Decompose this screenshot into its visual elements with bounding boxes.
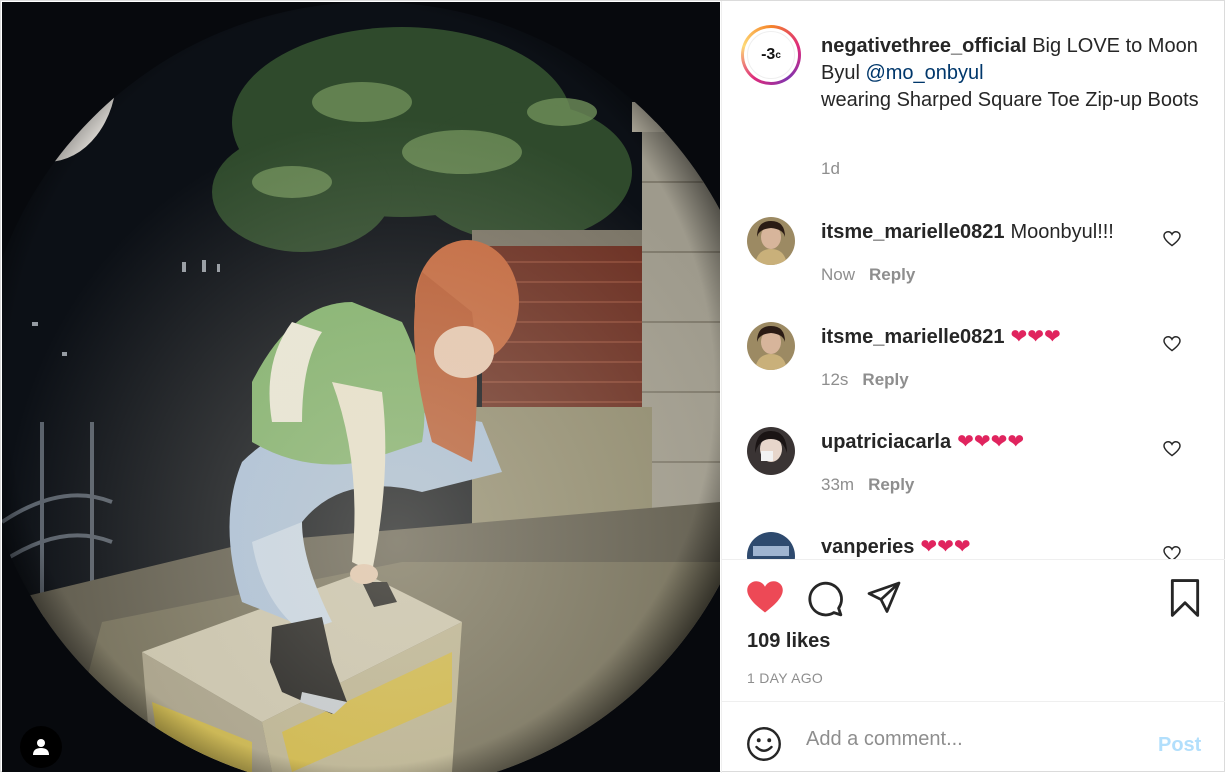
comment-text: ❤❤❤❤ bbox=[957, 431, 1025, 453]
like-comment-heart-icon[interactable] bbox=[1163, 231, 1181, 247]
commenter-username[interactable]: itsme_marielle0821 bbox=[821, 326, 1004, 348]
commenter-avatar[interactable] bbox=[747, 322, 795, 370]
commenter-username[interactable]: upatriciacarla bbox=[821, 431, 951, 453]
commenter-avatar[interactable] bbox=[747, 532, 795, 559]
comment-time[interactable]: Now bbox=[821, 265, 855, 284]
comment-time[interactable]: 33m bbox=[821, 475, 854, 494]
commenter-avatar[interactable] bbox=[747, 217, 795, 265]
person-icon bbox=[33, 739, 49, 755]
comment-input[interactable] bbox=[806, 724, 1136, 754]
likes-count[interactable]: 109 likes bbox=[747, 630, 830, 653]
comment-text: Moonbyul!!! bbox=[1010, 221, 1114, 243]
post-photo[interactable] bbox=[2, 2, 720, 772]
commenter-avatar[interactable] bbox=[747, 427, 795, 475]
reply-button[interactable]: Reply bbox=[862, 370, 908, 389]
comment-item: vanperies ❤❤❤ bbox=[722, 512, 1225, 559]
caption-text: negativethree_official Big LOVE to Moon … bbox=[821, 33, 1211, 114]
comment-bubble-icon[interactable] bbox=[806, 580, 844, 618]
commenter-username[interactable]: vanperies bbox=[821, 536, 914, 558]
comments-list[interactable]: itsme_marielle0821 Moonbyul!!! Now Reply bbox=[722, 197, 1225, 559]
like-comment-heart-icon[interactable] bbox=[1163, 441, 1181, 457]
post-comment-button[interactable]: Post bbox=[1158, 734, 1201, 757]
caption-timestamp[interactable]: 1d bbox=[821, 159, 840, 179]
comment-item: itsme_marielle0821 Moonbyul!!! Now Reply bbox=[722, 197, 1225, 297]
comment-time[interactable]: 12s bbox=[821, 370, 848, 389]
post-date[interactable]: 1 DAY AGO bbox=[747, 670, 823, 686]
comment-item: upatriciacarla ❤❤❤❤ 33m Reply bbox=[722, 407, 1225, 507]
negativethree-logo: -3 c bbox=[747, 31, 795, 79]
author-avatar[interactable]: -3 c bbox=[741, 25, 801, 85]
like-heart-icon[interactable] bbox=[746, 580, 784, 614]
comment-item: itsme_marielle0821 ❤❤❤ 12s Reply bbox=[722, 302, 1225, 402]
reply-button[interactable]: Reply bbox=[869, 265, 915, 284]
post-actions: 109 likes 1 DAY AGO bbox=[722, 559, 1225, 701]
share-send-icon[interactable] bbox=[866, 580, 902, 616]
like-comment-heart-icon[interactable] bbox=[1163, 546, 1181, 559]
tagged-users-button[interactable] bbox=[20, 726, 62, 768]
avatar-photo-icon bbox=[747, 427, 795, 475]
reply-button[interactable]: Reply bbox=[868, 475, 914, 494]
post-details-panel: -3 c negativethree_official Big LOVE to M… bbox=[721, 1, 1225, 773]
caption-mention[interactable]: @mo_onbyul bbox=[865, 62, 983, 84]
comment-text: ❤❤❤ bbox=[1010, 326, 1061, 348]
like-comment-heart-icon[interactable] bbox=[1163, 336, 1181, 352]
commenter-username[interactable]: itsme_marielle0821 bbox=[821, 221, 1004, 243]
avatar-photo-icon bbox=[747, 532, 795, 559]
emoji-smiley-icon[interactable] bbox=[746, 726, 782, 762]
post-image bbox=[2, 2, 720, 772]
comment-text: ❤❤❤ bbox=[920, 536, 971, 558]
avatar-photo-icon bbox=[747, 217, 795, 265]
author-username[interactable]: negativethree_official bbox=[821, 35, 1027, 57]
comment-composer: Post bbox=[722, 701, 1225, 773]
bookmark-save-icon[interactable] bbox=[1168, 579, 1202, 617]
instagram-post: -3 c negativethree_official Big LOVE to M… bbox=[0, 0, 1225, 773]
avatar-photo-icon bbox=[747, 322, 795, 370]
caption-tail: wearing Sharped Square Toe Zip-up Boots bbox=[821, 89, 1199, 111]
